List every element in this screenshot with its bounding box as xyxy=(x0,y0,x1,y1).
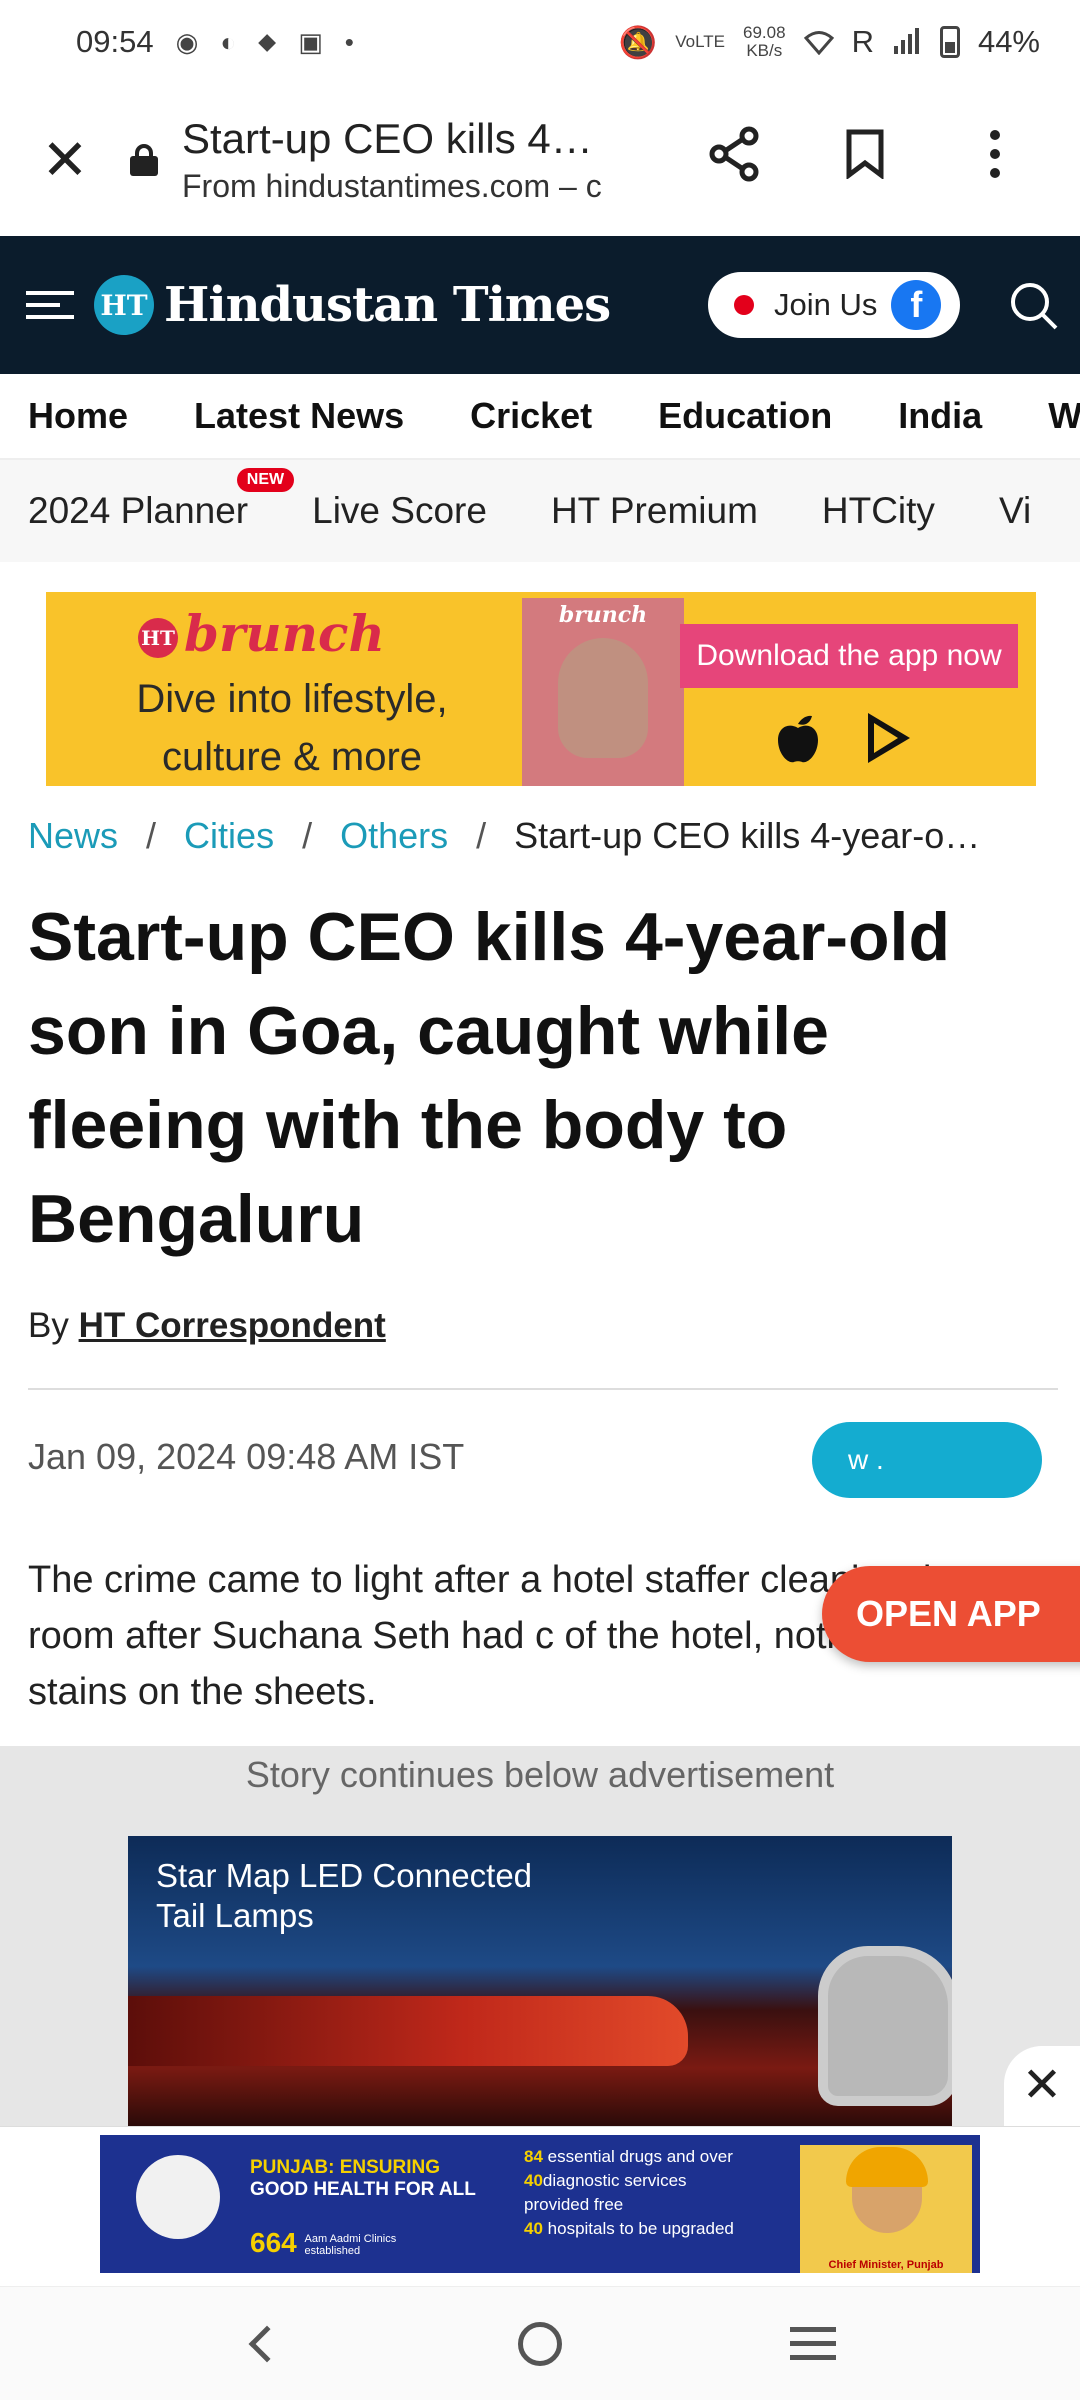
brunch-banner-ad[interactable]: HT brunch Dive into lifestyle, culture & … xyxy=(46,592,1036,786)
ad-caption: Story continues below advertisement xyxy=(245,1754,835,1795)
share-button[interactable]: w . xyxy=(812,1422,1042,1498)
tab-url: From hindustantimes.com – c xyxy=(182,168,602,204)
breadcrumb-separator: / xyxy=(302,815,313,856)
battery-level: 44% xyxy=(977,24,1040,59)
close-icon[interactable]: ✕ xyxy=(0,127,130,193)
video-ad[interactable]: Star Map LED Connected Tail Lamps xyxy=(128,1836,952,2126)
lock-icon[interactable] xyxy=(130,144,158,176)
breadcrumb-news[interactable]: News xyxy=(28,815,118,857)
app-notification-icon: ◐ xyxy=(220,26,236,57)
close-ad-icon[interactable]: ✕ xyxy=(1004,2046,1080,2126)
author-link[interactable]: HT Correspondent xyxy=(79,1306,386,1345)
nav-item-home[interactable]: Home xyxy=(28,395,128,437)
brunch-logo: HT brunch xyxy=(138,604,385,663)
breadcrumb: News / Cities / Others / Start-up CEO ki… xyxy=(28,806,1058,866)
join-us-label: Join Us xyxy=(774,287,878,322)
subnav-item-overflow[interactable]: Vi xyxy=(999,490,1031,532)
home-icon[interactable] xyxy=(500,2321,580,2366)
sub-nav: 2024 Planner NEW Live Score HT Premium H… xyxy=(0,460,1080,562)
ht-logo-badge[interactable]: HT xyxy=(94,275,154,335)
video-ad-caption: Star Map LED Connected Tail Lamps xyxy=(156,1857,533,1934)
sticky-ad-container: PUNJAB: ENSURING GOOD HEALTH FOR ALL 664… xyxy=(0,2126,1080,2286)
status-bar: 09:54 ◉ ◐ ⬥ ▣ • 🔕 VoLTE 69.08 KB/s R 44% xyxy=(0,0,1080,84)
byline: By HT Correspondent xyxy=(28,1306,386,1346)
advertisement-area: Story continues below advertisement Star… xyxy=(0,1746,1080,2126)
ad-details: 84 essential drugs and over 40diagnostic… xyxy=(524,2147,734,2238)
network-speed: 69.08 KB/s xyxy=(743,23,786,60)
chief-minister-photo: Chief Minister, Punjab xyxy=(800,2145,972,2273)
breadcrumb-separator: / xyxy=(476,815,487,856)
magazine-cover-image: brunch xyxy=(522,598,684,786)
byline-prefix: By xyxy=(28,1306,69,1345)
article-headline: Start-up CEO kills 4-year-old son in Goa… xyxy=(28,899,950,1257)
nav-item-india[interactable]: India xyxy=(898,395,982,437)
main-nav: Home Latest News Cricket Education India… xyxy=(0,374,1080,460)
back-icon[interactable] xyxy=(227,2325,307,2362)
download-app-button[interactable]: Download the app now xyxy=(680,624,1018,688)
live-dot-icon xyxy=(734,295,754,315)
nav-item-latest-news[interactable]: Latest News xyxy=(194,395,404,437)
new-badge: NEW xyxy=(236,468,295,492)
system-navigation-bar xyxy=(0,2286,1080,2400)
battery-icon xyxy=(939,26,960,58)
notification-icon: ▣ xyxy=(298,26,323,57)
more-notifications-dot-icon: • xyxy=(344,26,354,57)
banner-tagline: Dive into lifestyle, culture & more xyxy=(136,677,448,779)
breadcrumb-current: Start-up CEO kills 4-year-o… xyxy=(514,815,981,856)
status-time: 09:54 xyxy=(76,24,154,59)
messenger-icon: ◉ xyxy=(175,26,199,57)
more-options-icon[interactable] xyxy=(930,129,1060,191)
breadcrumb-cities[interactable]: Cities xyxy=(184,815,274,857)
facebook-icon: f xyxy=(891,280,942,330)
nav-item-education[interactable]: Education xyxy=(658,395,832,437)
browser-toolbar: ✕ Start-up CEO kills 4… From hindustanti… xyxy=(0,84,1080,236)
join-us-button[interactable]: Join Us f xyxy=(708,272,960,338)
nav-item-overflow[interactable]: W xyxy=(1048,395,1080,437)
ad-headline: PUNJAB: ENSURING GOOD HEALTH FOR ALL xyxy=(250,2157,476,2200)
share-icon[interactable] xyxy=(670,126,800,194)
bookmark-icon[interactable] xyxy=(800,129,930,191)
recents-icon[interactable] xyxy=(773,2327,853,2360)
article-date: Jan 09, 2024 09:48 AM IST xyxy=(28,1436,465,1477)
volte-indicator: VoLTE xyxy=(675,32,726,51)
site-logo[interactable]: Hindustan Times xyxy=(164,277,611,333)
menu-icon[interactable] xyxy=(26,291,74,319)
wifi-icon xyxy=(803,31,834,55)
govt-seal-image xyxy=(136,2155,220,2239)
mute-icon: 🔕 xyxy=(618,24,658,60)
nav-item-cricket[interactable]: Cricket xyxy=(470,395,592,437)
tab-title-block[interactable]: Start-up CEO kills 4… From hindustantime… xyxy=(182,113,652,207)
roaming-indicator: R xyxy=(851,24,874,59)
search-icon[interactable] xyxy=(1006,278,1060,332)
open-app-button[interactable]: OPEN APP xyxy=(822,1566,1080,1662)
subnav-item-live-score[interactable]: Live Score xyxy=(312,490,487,532)
subnav-item-2024-planner[interactable]: 2024 Planner NEW xyxy=(28,468,295,532)
google-play-icon[interactable] xyxy=(864,711,914,765)
divider xyxy=(28,1388,1058,1390)
subnav-item-htcity[interactable]: HTCity xyxy=(822,490,935,532)
location-icon: ⬥ xyxy=(257,26,277,56)
tab-title: Start-up CEO kills 4… xyxy=(182,115,593,162)
subnav-item-ht-premium[interactable]: HT Premium xyxy=(551,490,758,532)
site-header: HT Hindustan Times Join Us f xyxy=(0,236,1080,374)
signal-icon xyxy=(893,28,919,54)
breadcrumb-others[interactable]: Others xyxy=(340,815,448,857)
apple-icon[interactable] xyxy=(774,710,822,766)
punjab-govt-ad[interactable]: PUNJAB: ENSURING GOOD HEALTH FOR ALL 664… xyxy=(100,2135,980,2273)
breadcrumb-separator: / xyxy=(146,815,157,856)
subnav-label: 2024 Planner xyxy=(28,490,249,531)
ad-stat: 664 Aam Aadmi Clinics established xyxy=(250,2227,397,2258)
